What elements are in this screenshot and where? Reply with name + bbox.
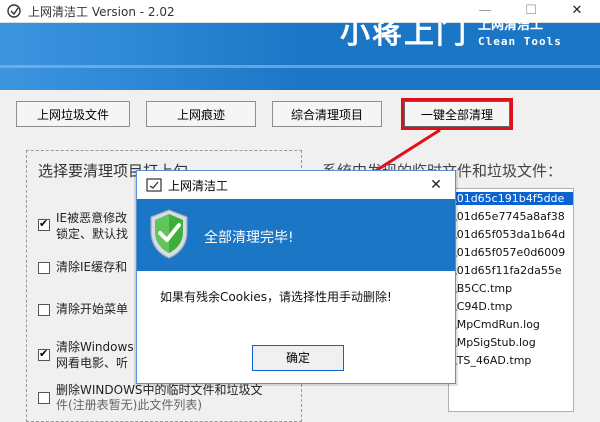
option-checkbox-ie-repair[interactable]: [38, 217, 50, 231]
option-checkbox-windows-media[interactable]: [38, 347, 50, 361]
tab-internet-junk-files[interactable]: 上网垃圾文件: [16, 101, 130, 127]
banner-gradient: [0, 23, 300, 90]
option-label-ie-cache: 清除IE缓存和: [56, 260, 128, 274]
file-list-item[interactable]: \C94D.tmp: [453, 300, 512, 313]
dialog-ok-button[interactable]: 确定: [252, 345, 344, 371]
file-list-item[interactable]: \01d65f053da1b64d: [453, 228, 565, 241]
file-list-item[interactable]: \MpSigStub.log: [453, 336, 536, 349]
option-checkbox-ie-cache[interactable]: [38, 262, 50, 274]
option-label-windows-temp-line2: 件(注册表暂无)此文件列表): [56, 398, 203, 412]
dialog-app-icon: [146, 178, 162, 192]
file-list-item[interactable]: \MpCmdRun.log: [453, 318, 540, 331]
dialog-header-message: 全部清理完毕!: [204, 230, 294, 246]
dialog-close-button[interactable]: ✕: [424, 174, 448, 196]
file-list-item[interactable]: \B5CC.tmp: [453, 282, 512, 295]
file-list-item[interactable]: \01d65f11fa2da55e: [453, 264, 562, 277]
option-label-start-menu: 清除开始菜单: [56, 302, 129, 316]
brand-english-name: Clean Tools: [478, 35, 562, 48]
option-label-windows-media: 清除Windows: [56, 340, 134, 354]
dialog-title: 上网清洁工: [168, 179, 229, 193]
brand-banner: [0, 23, 600, 90]
option-label-ie-repair-line2: 锁定、默认找: [56, 227, 129, 241]
close-button[interactable]: ✕: [554, 0, 600, 22]
option-checkbox-windows-temp[interactable]: [38, 392, 50, 404]
file-list-item[interactable]: \01d65c191b4f5dde: [450, 192, 573, 205]
brand-product-name: 上网清洁工: [478, 18, 544, 33]
shield-check-icon: [150, 209, 188, 259]
banner-stripe: [0, 65, 600, 68]
option-checkbox-start-menu[interactable]: [38, 304, 50, 316]
file-list-item[interactable]: \01d65f057e0d6009: [453, 246, 565, 259]
option-label-windows-media-line2: 网看电影、听: [56, 356, 129, 370]
window-title: 上网清洁工 Version - 2.02: [28, 5, 175, 19]
file-list-item[interactable]: \TS_46AD.tmp: [453, 354, 531, 367]
found-files-list[interactable]: \01d65c191b4f5dde \01d65e7745a8af38 \01d…: [448, 188, 574, 412]
dialog-body-text: 如果有残余Cookies，请选择性用手动删除!: [160, 290, 392, 304]
tab-internet-traces[interactable]: 上网痕迹: [146, 101, 256, 127]
app-logo-icon: [7, 4, 21, 18]
option-label-ie-repair: IE被恶意修改: [56, 211, 128, 225]
brand-title: 小蒋上门: [340, 16, 468, 51]
file-list-item[interactable]: \01d65e7745a8af38: [453, 210, 565, 223]
